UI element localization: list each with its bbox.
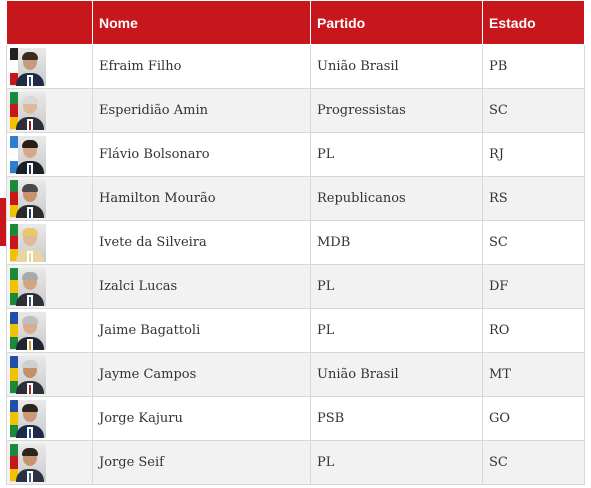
name-cell: Efraim Filho — [92, 44, 311, 89]
party-cell: Republicanos — [310, 176, 483, 221]
state-cell: RO — [482, 308, 585, 353]
page: Nome Partido Estado Efraim Filho União Br… — [0, 0, 591, 488]
name-cell: Jaime Bagattoli — [92, 308, 311, 353]
table-row: Jorge Kajuru PSB GO — [6, 396, 585, 441]
party-column-header[interactable]: Partido — [310, 0, 483, 45]
name-column-header[interactable]: Nome — [92, 0, 311, 45]
senator-portrait — [10, 267, 46, 306]
party-cell: PL — [310, 308, 483, 353]
state-column-header[interactable]: Estado — [482, 0, 585, 45]
senators-table: Nome Partido Estado Efraim Filho União Br… — [6, 0, 585, 485]
party-cell: União Brasil — [310, 352, 483, 397]
name-cell: Jorge Seif — [92, 440, 311, 485]
table-header-row: Nome Partido Estado — [6, 0, 585, 45]
photo-cell — [6, 220, 93, 265]
party-cell: União Brasil — [310, 44, 483, 89]
photo-cell — [6, 352, 93, 397]
state-cell: DF — [482, 264, 585, 309]
table-row: Jayme Campos União Brasil MT — [6, 352, 585, 397]
senator-portrait — [10, 179, 46, 218]
name-cell: Ivete da Silveira — [92, 220, 311, 265]
photo-cell — [6, 88, 93, 133]
party-cell: PL — [310, 132, 483, 177]
table-row: Jaime Bagattoli PL RO — [6, 308, 585, 353]
state-cell: PB — [482, 44, 585, 89]
table-row: Efraim Filho União Brasil PB — [6, 44, 585, 89]
table-row: Jorge Seif PL SC — [6, 440, 585, 485]
name-cell: Jorge Kajuru — [92, 396, 311, 441]
name-cell: Flávio Bolsonaro — [92, 132, 311, 177]
party-cell: PL — [310, 440, 483, 485]
senator-portrait — [10, 443, 46, 482]
party-cell: PL — [310, 264, 483, 309]
name-cell: Jayme Campos — [92, 352, 311, 397]
table-row: Esperidião Amin Progressistas SC — [6, 88, 585, 133]
name-cell: Izalci Lucas — [92, 264, 311, 309]
photo-column-header — [6, 0, 93, 45]
senator-portrait — [10, 355, 46, 394]
photo-cell — [6, 264, 93, 309]
state-cell: RS — [482, 176, 585, 221]
photo-cell — [6, 176, 93, 221]
state-cell: GO — [482, 396, 585, 441]
party-cell: MDB — [310, 220, 483, 265]
senator-portrait — [10, 399, 46, 438]
table-row: Hamilton Mourão Republicanos RS — [6, 176, 585, 221]
name-cell: Esperidião Amin — [92, 88, 311, 133]
state-cell: MT — [482, 352, 585, 397]
state-cell: SC — [482, 220, 585, 265]
state-cell: SC — [482, 88, 585, 133]
table-body: Efraim Filho União Brasil PB Esperidião Ami… — [6, 44, 585, 485]
table-row: Ivete da Silveira MDB SC — [6, 220, 585, 265]
table-row: Flávio Bolsonaro PL RJ — [6, 132, 585, 177]
photo-cell — [6, 308, 93, 353]
table-row: Izalci Lucas PL DF — [6, 264, 585, 309]
state-cell: SC — [482, 440, 585, 485]
photo-cell — [6, 440, 93, 485]
photo-cell — [6, 396, 93, 441]
state-cell: RJ — [482, 132, 585, 177]
senator-portrait — [10, 91, 46, 130]
senator-portrait — [10, 223, 46, 262]
senator-portrait — [10, 135, 46, 174]
photo-cell — [6, 44, 93, 89]
party-cell: Progressistas — [310, 88, 483, 133]
party-cell: PSB — [310, 396, 483, 441]
photo-cell — [6, 132, 93, 177]
name-cell: Hamilton Mourão — [92, 176, 311, 221]
senator-portrait — [10, 47, 46, 86]
senator-portrait — [10, 311, 46, 350]
